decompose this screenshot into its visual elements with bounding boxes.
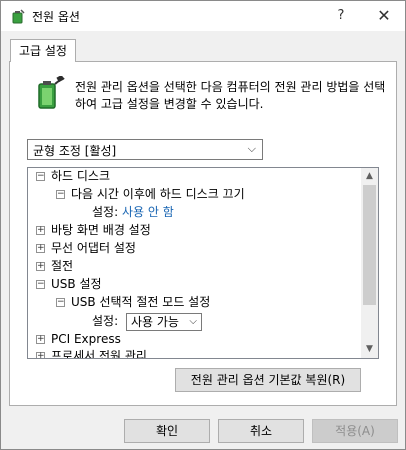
expand-icon[interactable]: + [36, 335, 45, 344]
collapse-icon[interactable]: − [56, 298, 65, 307]
scroll-thumb[interactable] [363, 185, 376, 305]
apply-button[interactable]: 적용(A) [312, 419, 398, 443]
help-button[interactable]: ? [329, 5, 353, 27]
vertical-scrollbar[interactable]: ▲ ▼ [361, 168, 378, 358]
tree-item-hard-disk-setting[interactable]: 설정: 사용 안 함 [92, 203, 174, 221]
power-plan-value: 균형 조정 [활성] [33, 144, 117, 158]
expand-icon[interactable]: + [36, 244, 45, 253]
power-options-icon [12, 9, 25, 24]
expand-icon[interactable]: + [36, 262, 45, 271]
collapse-icon[interactable]: − [56, 190, 65, 199]
close-button[interactable]: ✕ [369, 5, 399, 27]
tree-item-hard-disk[interactable]: − 하드 디스크 [36, 168, 110, 185]
chevron-down-icon: ⌵ [189, 315, 197, 327]
tree-item-usb-selective-suspend[interactable]: − USB 선택적 절전 모드 설정 [56, 293, 210, 311]
tree-item-desktop-background[interactable]: + 바탕 화면 배경 설정 [36, 221, 151, 239]
tree-item-pci-express[interactable]: + PCI Express [36, 330, 121, 348]
power-plan-select[interactable]: 균형 조정 [활성] ⌵ [27, 139, 263, 160]
restore-defaults-button[interactable]: 전원 관리 옵션 기본값 복원(R) [175, 368, 361, 392]
description-text: 전원 관리 옵션을 선택한 다음 컴퓨터의 전원 관리 방법을 선택하여 고급 … [75, 80, 386, 111]
settings-tree[interactable]: − 하드 디스크 − 다음 시간 이후에 하드 디스크 끄기 설정: 사용 안 함 … [27, 167, 379, 359]
expand-icon[interactable]: + [36, 352, 45, 358]
title-bar: 전원 옵션 ? ✕ [1, 1, 405, 31]
tree-item-wireless-adapter[interactable]: + 무선 어댑터 설정 [36, 239, 136, 257]
collapse-icon[interactable]: − [36, 280, 45, 289]
cancel-button[interactable]: 취소 [218, 419, 304, 443]
scroll-down-icon[interactable]: ▼ [361, 341, 378, 358]
tree-item-processor-power[interactable]: + 프로세서 전원 관리 [36, 347, 147, 358]
collapse-icon[interactable]: − [36, 172, 45, 181]
expand-icon[interactable]: + [36, 226, 45, 235]
tree-item-usb-setting[interactable]: 설정: 사용 가능 ⌵ [92, 312, 202, 331]
tree-item-sleep[interactable]: + 절전 [36, 257, 73, 275]
chevron-down-icon: ⌵ [247, 142, 256, 155]
ok-button[interactable]: 확인 [124, 419, 210, 443]
power-options-window: 전원 옵션 ? ✕ 고급 설정 전원 관리 옵션을 선택한 다음 컴퓨터의 전원… [0, 0, 406, 450]
battery-plug-icon [38, 76, 65, 109]
usb-suspend-select[interactable]: 사용 가능 ⌵ [125, 312, 202, 331]
setting-value-link[interactable]: 사용 안 함 [122, 205, 174, 219]
window-title: 전원 옵션 [32, 10, 80, 24]
scroll-up-icon[interactable]: ▲ [361, 168, 378, 185]
tree-item-turn-off-hard-disk[interactable]: − 다음 시간 이후에 하드 디스크 끄기 [56, 185, 245, 203]
tab-advanced-settings[interactable]: 고급 설정 [10, 39, 76, 62]
tree-item-usb-settings[interactable]: − USB 설정 [36, 275, 102, 293]
